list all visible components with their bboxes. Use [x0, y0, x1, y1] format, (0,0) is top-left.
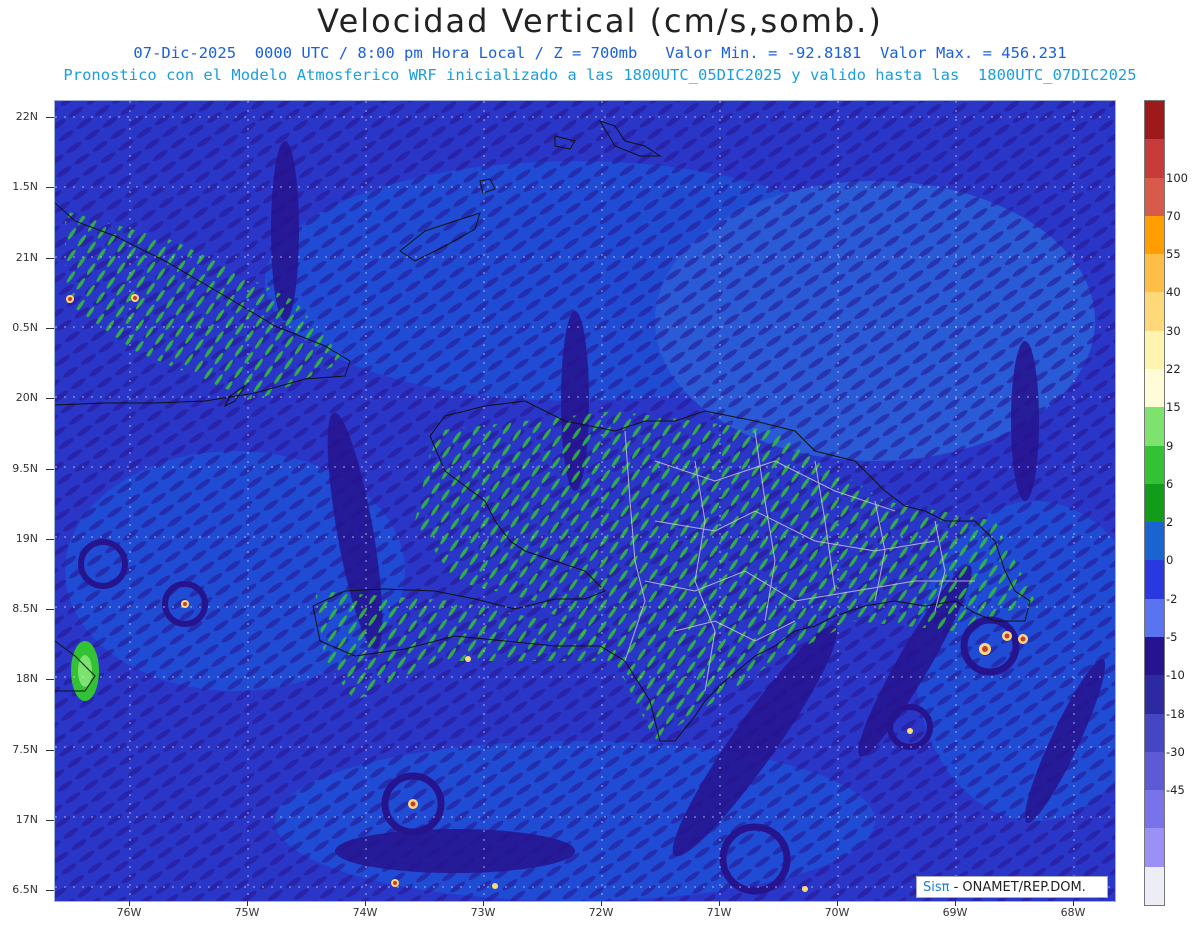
- color-scale-swatch: [1145, 483, 1164, 523]
- color-scale-swatch: [1145, 637, 1164, 676]
- forecast-time-line: 07-Dic-2025 0000 UTC / 8:00 pm Hora Loca…: [133, 44, 1067, 62]
- longitude-tick: [601, 901, 602, 906]
- latitude-tick: [46, 538, 54, 540]
- longitude-label: 75W: [234, 906, 260, 919]
- color-scale-swatch: [1145, 292, 1164, 332]
- color-scale-swatch: [1145, 866, 1164, 906]
- latitude-label: 22N: [15, 110, 38, 123]
- longitude-label: 70W: [824, 906, 850, 919]
- latitude-tick: [46, 257, 54, 259]
- longitude-label: 76W: [116, 906, 142, 919]
- longitude-label: 74W: [352, 906, 378, 919]
- latitude-label: 19N: [15, 531, 38, 545]
- latitude-tick: [46, 679, 54, 681]
- color-scale-swatch: [1145, 407, 1164, 447]
- longitude-tick: [483, 901, 484, 906]
- latitude-tick: [46, 609, 54, 611]
- latitude-tick: [46, 468, 54, 470]
- color-scale-swatch: [1145, 139, 1164, 179]
- sispi-brand: Sisπ: [923, 880, 950, 895]
- color-scale-label: -5: [1166, 630, 1178, 644]
- color-scale-bar: [1144, 100, 1165, 906]
- color-scale-label: 0: [1166, 553, 1174, 568]
- color-scale-label: -18: [1166, 706, 1185, 721]
- longitude-label: 73W: [470, 906, 496, 919]
- longitude-label: 69W: [942, 906, 968, 919]
- longitude-tick: [955, 901, 956, 906]
- color-scale-label: 6: [1166, 476, 1174, 491]
- color-scale-swatch: [1145, 675, 1164, 715]
- latitude-tick: [46, 890, 54, 892]
- latitude-tick: [46, 187, 54, 189]
- color-scale-swatch: [1145, 522, 1164, 561]
- map-canvas: [55, 101, 1115, 901]
- longitude-tick: [719, 901, 720, 906]
- credit-box: Sisπ - ONAMET/REP.DOM.: [916, 876, 1108, 898]
- color-scale-swatch: [1145, 369, 1164, 408]
- color-scale-swatch: [1145, 713, 1164, 753]
- color-scale-label: -30: [1166, 744, 1185, 759]
- latitude-label: 7.5N: [12, 742, 38, 756]
- longitude-label: 68W: [1060, 906, 1086, 919]
- color-scale-label: -45: [1166, 783, 1185, 798]
- latitude-label: 6.5N: [12, 883, 38, 897]
- color-scale-swatch: [1145, 177, 1164, 217]
- color-scale-label: 9: [1166, 438, 1174, 453]
- latitude-tick: [46, 820, 54, 821]
- latitude-tick: [46, 398, 54, 400]
- longitude-label: 72W: [588, 906, 614, 919]
- latitude-tick: [46, 327, 54, 329]
- latitude-label: 8.5N: [12, 602, 38, 616]
- longitude-tick: [365, 901, 366, 906]
- map-title: Velocidad Vertical (cm/s,somb.): [317, 2, 883, 40]
- vertical-velocity-map: [54, 100, 1116, 902]
- color-scale-label: 30: [1166, 323, 1181, 338]
- color-scale-label: 55: [1166, 247, 1181, 262]
- latitude-label: 1.5N: [12, 180, 38, 194]
- color-scale-label: -2: [1166, 591, 1178, 606]
- latitude-tick: [46, 749, 54, 751]
- latitude-label: 21N: [15, 250, 38, 264]
- color-scale-label: -10: [1166, 668, 1185, 683]
- color-scale-swatch: [1145, 751, 1164, 791]
- color-scale-swatch: [1145, 790, 1164, 829]
- color-scale-label: 2: [1166, 515, 1174, 530]
- latitude-tick: [46, 117, 54, 118]
- latitude-label: 9.5N: [12, 461, 38, 475]
- color-scale-swatch: [1145, 828, 1164, 868]
- color-scale-label: 22: [1166, 362, 1181, 376]
- longitude-tick: [247, 901, 248, 906]
- color-scale-swatch: [1145, 598, 1164, 638]
- color-scale-label: 100: [1166, 170, 1188, 185]
- color-scale-swatch: [1145, 215, 1164, 255]
- latitude-label: 20N: [15, 391, 38, 405]
- color-scale-swatch: [1145, 330, 1164, 370]
- color-scale-swatch: [1145, 445, 1164, 485]
- longitude-label: 71W: [706, 906, 732, 919]
- color-scale-label: 15: [1166, 400, 1181, 415]
- longitude-tick: [837, 901, 838, 906]
- credit-text: - ONAMET/REP.DOM.: [949, 880, 1086, 895]
- latitude-label: 17N: [15, 813, 38, 826]
- longitude-tick: [1073, 901, 1074, 906]
- color-scale-swatch: [1145, 254, 1164, 293]
- color-scale-label: 40: [1166, 285, 1181, 300]
- color-scale-swatch: [1145, 101, 1164, 140]
- latitude-label: 0.5N: [12, 320, 38, 334]
- longitude-tick: [129, 901, 130, 906]
- color-scale-label: 70: [1166, 208, 1181, 223]
- color-scale-swatch: [1145, 560, 1164, 600]
- model-info-line: Pronostico con el Modelo Atmosferico WRF…: [63, 66, 1137, 84]
- latitude-label: 18N: [15, 672, 38, 686]
